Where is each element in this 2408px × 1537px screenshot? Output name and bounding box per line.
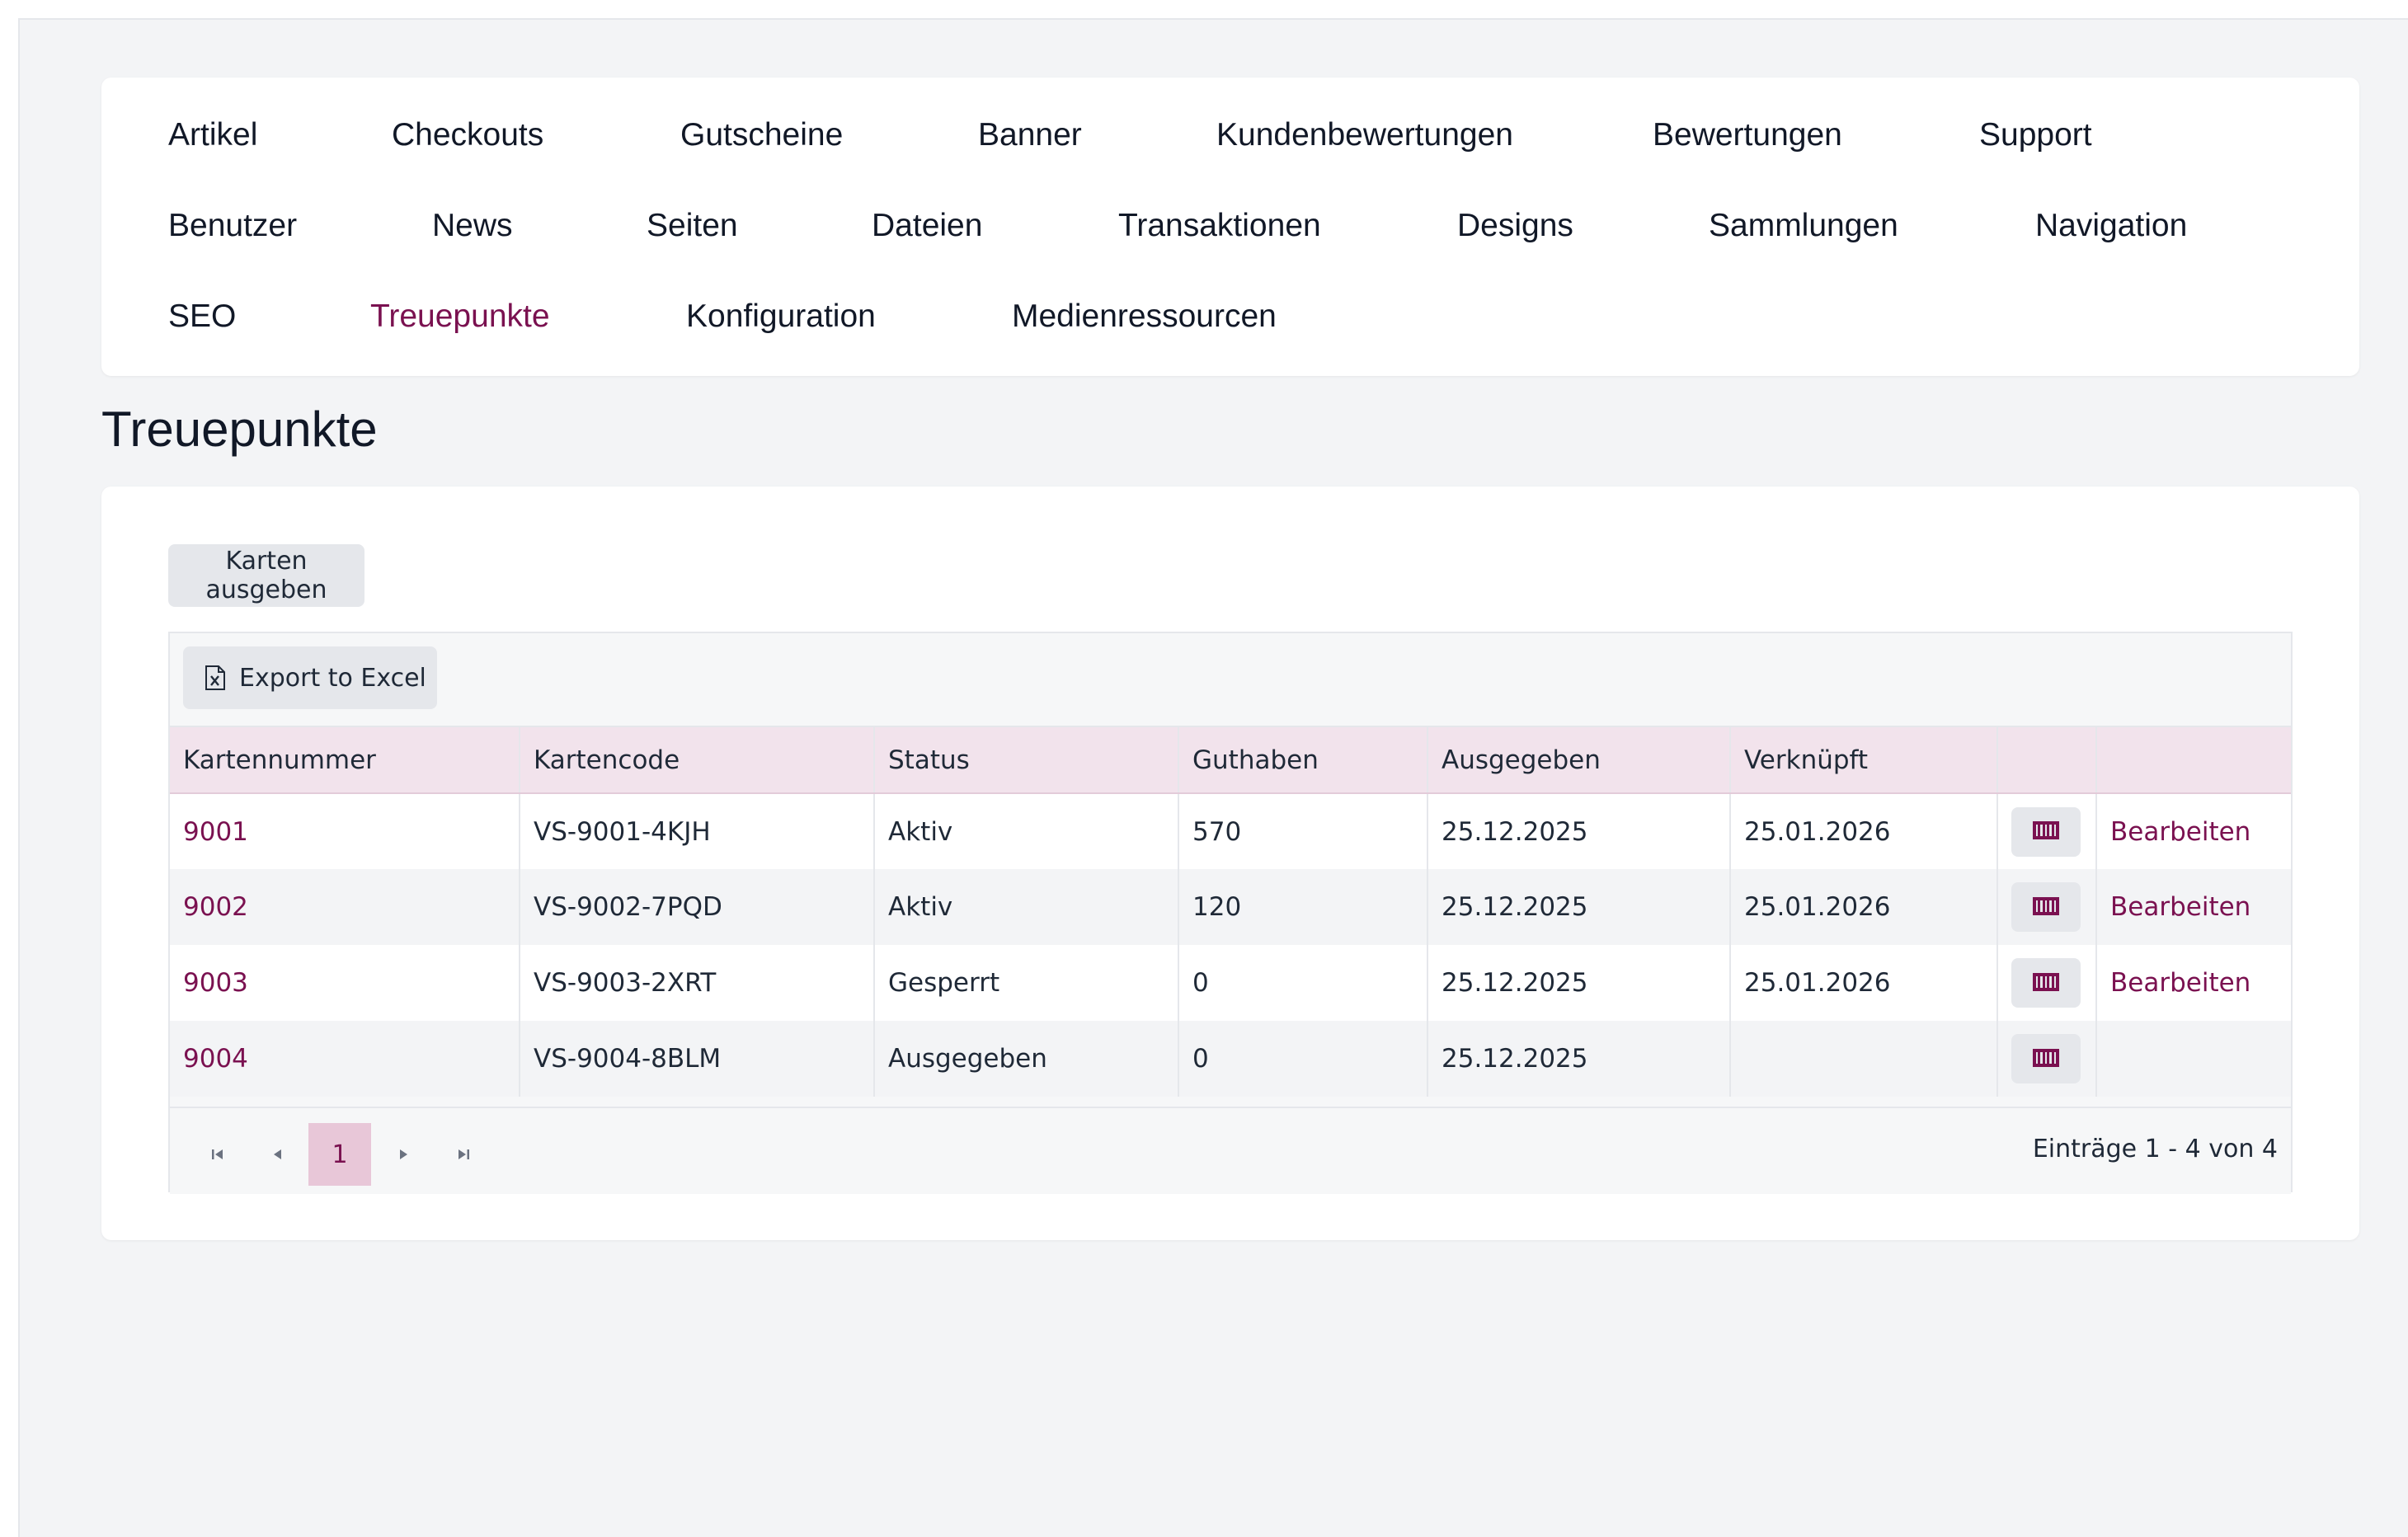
excel-file-icon — [205, 665, 226, 690]
linked-date-cell: 25.01.2026 — [1730, 869, 1998, 945]
column-header-actions — [2096, 727, 2291, 794]
column-header-kartencode[interactable]: Kartencode — [520, 727, 875, 794]
nav-item-treuepunkte[interactable]: Treuepunkte — [370, 298, 550, 336]
status-cell: Gesperrt — [874, 945, 1179, 1021]
nav-item-medienressourcen[interactable]: Medienressourcen — [1012, 298, 1277, 336]
nav-item-seiten[interactable]: Seiten — [647, 207, 738, 245]
barcode-button[interactable] — [2011, 1034, 2081, 1083]
edit-link[interactable]: Bearbeiten — [2110, 968, 2250, 998]
column-header-ausgegeben[interactable]: Ausgegeben — [1427, 727, 1731, 794]
card-number-link[interactable]: 9003 — [183, 968, 248, 998]
nav-item-banner[interactable]: Banner — [978, 116, 1082, 154]
balance-cell: 0 — [1178, 945, 1428, 1021]
cards-table: Kartennummer Kartencode Status Guthaben … — [170, 727, 2291, 1097]
linked-date-cell: 25.01.2026 — [1730, 793, 1998, 869]
barcode-button[interactable] — [2011, 958, 2081, 1008]
top-bar — [0, 0, 2408, 20]
nav-item-konfiguration[interactable]: Konfiguration — [686, 298, 876, 336]
grid-toolbar: Export to Excel — [170, 633, 2291, 727]
left-rail — [0, 18, 20, 1537]
nav-item-artikel[interactable]: Artikel — [168, 116, 257, 154]
nav-item-sammlungen[interactable]: Sammlungen — [1709, 207, 1898, 245]
barcode-icon — [2033, 1048, 2059, 1069]
balance-cell: 120 — [1178, 869, 1428, 945]
status-cell: Ausgegeben — [874, 1021, 1179, 1097]
barcode-button[interactable] — [2011, 882, 2081, 932]
column-header-verknuepft[interactable]: Verknüpft — [1730, 727, 1998, 794]
current-page-button[interactable]: 1 — [308, 1123, 371, 1186]
barcode-icon — [2033, 896, 2059, 918]
card-number-link[interactable]: 9002 — [183, 892, 248, 922]
card-number-link[interactable]: 9004 — [183, 1044, 248, 1074]
barcode-button[interactable] — [2011, 806, 2081, 857]
nav-item-gutscheine[interactable]: Gutscheine — [680, 116, 843, 154]
column-header-kartennummer[interactable]: Kartennummer — [170, 727, 520, 794]
nav-item-designs[interactable]: Designs — [1457, 207, 1573, 245]
table-row: 9001 VS-9001-4KJH Aktiv 570 25.12.2025 2… — [170, 793, 2291, 869]
barcode-icon — [2033, 821, 2059, 842]
issue-cards-button[interactable]: Karten ausgeben — [168, 544, 364, 607]
next-page-icon[interactable] — [379, 1123, 429, 1186]
card-code-cell: VS-9004-8BLM — [520, 1021, 875, 1097]
nav-item-benutzer[interactable]: Benutzer — [168, 207, 297, 245]
issued-date-cell: 25.12.2025 — [1427, 1021, 1731, 1097]
card-code-cell: VS-9003-2XRT — [520, 945, 875, 1021]
loyalty-cards-panel: Karten ausgeben Export to Excel Kartennu… — [101, 486, 2359, 1240]
export-button-label: Export to Excel — [239, 663, 426, 693]
pager: 1 Einträge 1 - 4 von 4 — [170, 1107, 2291, 1194]
edit-link[interactable]: Bearbeiten — [2110, 892, 2250, 922]
edit-link[interactable]: Bearbeiten — [2110, 817, 2250, 847]
table-row: 9002 VS-9002-7PQD Aktiv 120 25.12.2025 2… — [170, 869, 2291, 945]
cards-grid: Export to Excel Kartennummer Kartencode … — [168, 632, 2293, 1194]
admin-nav: Artikel Checkouts Gutscheine Banner Kund… — [101, 78, 2359, 376]
card-number-link[interactable]: 9001 — [183, 817, 248, 847]
balance-cell: 0 — [1178, 1021, 1428, 1097]
nav-item-news[interactable]: News — [432, 207, 513, 245]
export-excel-button[interactable]: Export to Excel — [183, 646, 437, 709]
page-title: Treuepunkte — [101, 402, 378, 457]
nav-item-support[interactable]: Support — [1979, 116, 2092, 154]
barcode-icon — [2033, 972, 2059, 994]
issued-date-cell: 25.12.2025 — [1427, 869, 1731, 945]
table-row: 9003 VS-9003-2XRT Gesperrt 0 25.12.2025 … — [170, 945, 2291, 1021]
last-page-icon[interactable] — [439, 1123, 488, 1186]
linked-date-cell: 25.01.2026 — [1730, 945, 1998, 1021]
column-header-barcode — [1997, 727, 2097, 794]
card-code-cell: VS-9001-4KJH — [520, 793, 875, 869]
nav-item-dateien[interactable]: Dateien — [872, 207, 982, 245]
nav-item-navigation[interactable]: Navigation — [2035, 207, 2187, 245]
first-page-icon[interactable] — [193, 1123, 242, 1186]
nav-item-kundenbewertungen[interactable]: Kundenbewertungen — [1216, 116, 1513, 154]
nav-item-checkouts[interactable]: Checkouts — [392, 116, 543, 154]
previous-page-icon[interactable] — [252, 1123, 302, 1186]
balance-cell: 570 — [1178, 793, 1428, 869]
table-row: 9004 VS-9004-8BLM Ausgegeben 0 25.12.202… — [170, 1021, 2291, 1097]
nav-item-seo[interactable]: SEO — [168, 298, 236, 336]
pager-info: Einträge 1 - 4 von 4 — [2032, 1135, 2278, 1163]
linked-date-cell — [1730, 1021, 1998, 1097]
nav-item-bewertungen[interactable]: Bewertungen — [1653, 116, 1842, 154]
column-header-guthaben[interactable]: Guthaben — [1178, 727, 1428, 794]
issued-date-cell: 25.12.2025 — [1427, 945, 1731, 1021]
status-cell: Aktiv — [874, 793, 1179, 869]
status-cell: Aktiv — [874, 869, 1179, 945]
issued-date-cell: 25.12.2025 — [1427, 793, 1731, 869]
nav-item-transaktionen[interactable]: Transaktionen — [1118, 207, 1321, 245]
card-code-cell: VS-9002-7PQD — [520, 869, 875, 945]
table-header-row: Kartennummer Kartencode Status Guthaben … — [170, 727, 2291, 794]
column-header-status[interactable]: Status — [874, 727, 1179, 794]
